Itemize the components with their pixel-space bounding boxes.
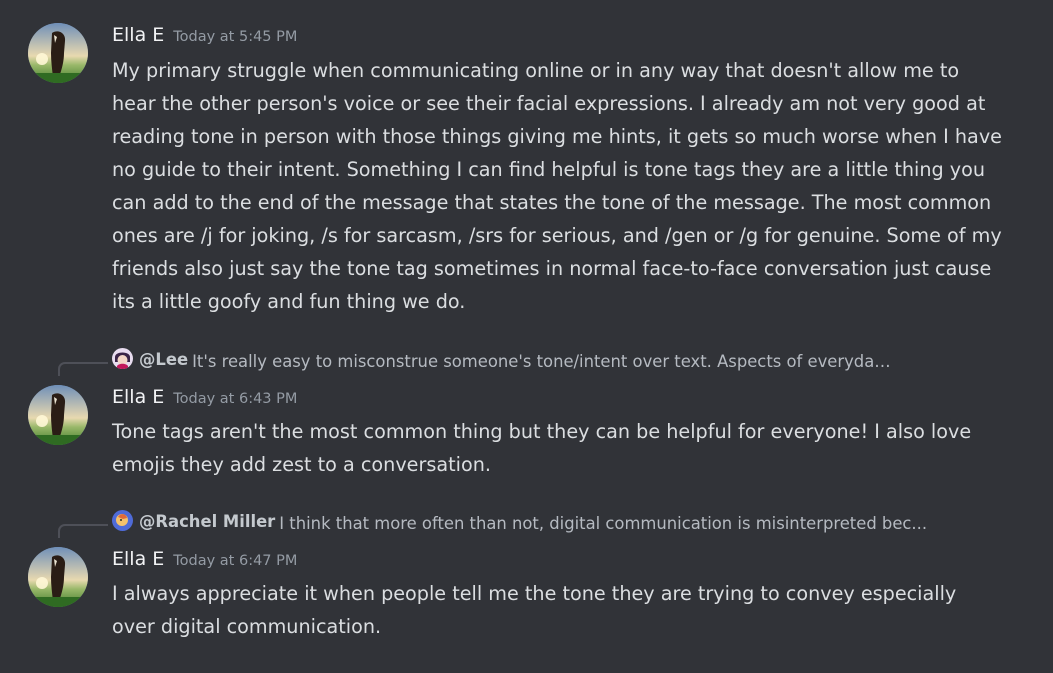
chat-messages: Ella E Today at 5:45 PM My primary strugg… [0,0,1053,673]
reply-preview[interactable]: @Lee It's really easy to misconstrue some… [112,348,892,374]
horse-avatar-icon [28,547,88,607]
author-name[interactable]: Ella E [112,548,164,570]
message-timestamp[interactable]: Today at 5:45 PM [173,29,297,45]
reply-username[interactable]: @Lee [139,350,188,369]
user-avatar[interactable] [28,385,88,445]
message-content: My primary struggle when communicating o… [112,59,1002,313]
reply-preview[interactable]: @Rachel Miller I think that more often th… [112,510,927,536]
reply-username[interactable]: @Rachel Miller [139,512,275,531]
horse-avatar-icon [28,385,88,445]
message-content: Tone tags aren't the most common thing b… [112,420,972,476]
message-header: Ella E Today at 5:45 PM [112,24,297,52]
message-timestamp[interactable]: Today at 6:47 PM [173,553,297,569]
message-timestamp[interactable]: Today at 6:43 PM [173,391,297,407]
author-name[interactable]: Ella E [112,24,164,46]
message-header: Ella E Today at 6:47 PM [112,548,297,576]
reply-text[interactable]: It's really easy to misconstrue someone'… [192,352,892,371]
message-header: Ella E Today at 6:43 PM [112,386,297,414]
author-name[interactable]: Ella E [112,386,164,408]
message-content: I always appreciate it when people tell … [112,582,957,638]
cartoon-avatar-icon [112,510,133,531]
reply-spine [58,524,108,538]
reply-text[interactable]: I think that more often than not, digita… [279,514,927,533]
user-avatar[interactable] [28,23,88,83]
reply-spine [58,362,108,376]
user-avatar[interactable] [28,547,88,607]
horse-avatar-icon [28,23,88,83]
anime-avatar-icon [112,348,133,369]
